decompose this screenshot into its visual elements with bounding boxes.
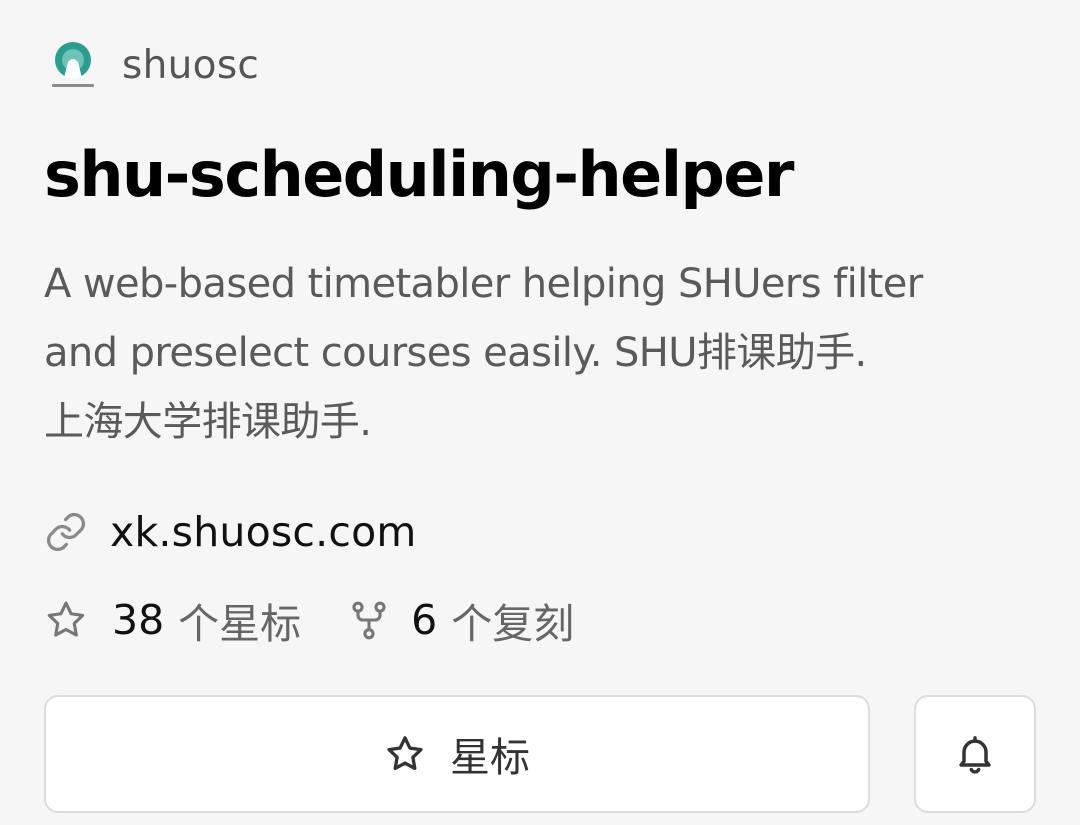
owner-name[interactable]: shuosc [122, 43, 259, 88]
website-url[interactable]: xk.shuosc.com [110, 508, 417, 556]
notifications-button[interactable] [914, 695, 1036, 813]
fork-icon [352, 601, 386, 640]
stars-label: 个星标 [178, 600, 302, 648]
stars-count: 38 [112, 596, 165, 644]
star-button-label: 星标 [450, 735, 530, 781]
star-icon [47, 601, 85, 637]
repo-description-line: A web-based timetabler helping SHUers fi… [44, 261, 923, 307]
link-icon [47, 513, 85, 551]
website-link[interactable]: xk.shuosc.com [44, 502, 417, 562]
repo-description-line: 上海大学排课助手. [44, 399, 372, 445]
star-button[interactable]: 星标 [44, 695, 870, 813]
repo-page: shuosc shu-scheduling-helper A web-based… [0, 0, 1080, 825]
star-icon [387, 736, 423, 771]
stars-stat[interactable]: 38 个星标 [44, 590, 301, 650]
forks-count: 6 [411, 596, 438, 644]
repo-title: shu-scheduling-helper [44, 138, 794, 211]
forks-label: 个复刻 [451, 600, 575, 648]
bell-icon [959, 736, 991, 774]
repo-description: A web-based timetabler helping SHUers fi… [44, 250, 1054, 457]
shuosc-logo-icon[interactable] [44, 36, 102, 94]
owner-row[interactable]: shuosc [44, 36, 259, 94]
repo-description-line: and preselect courses easily. SHU排课助手. [44, 330, 867, 376]
forks-stat[interactable]: 6 个复刻 [347, 590, 574, 650]
repo-stats: 38 个星标 6 个复刻 [44, 590, 574, 650]
